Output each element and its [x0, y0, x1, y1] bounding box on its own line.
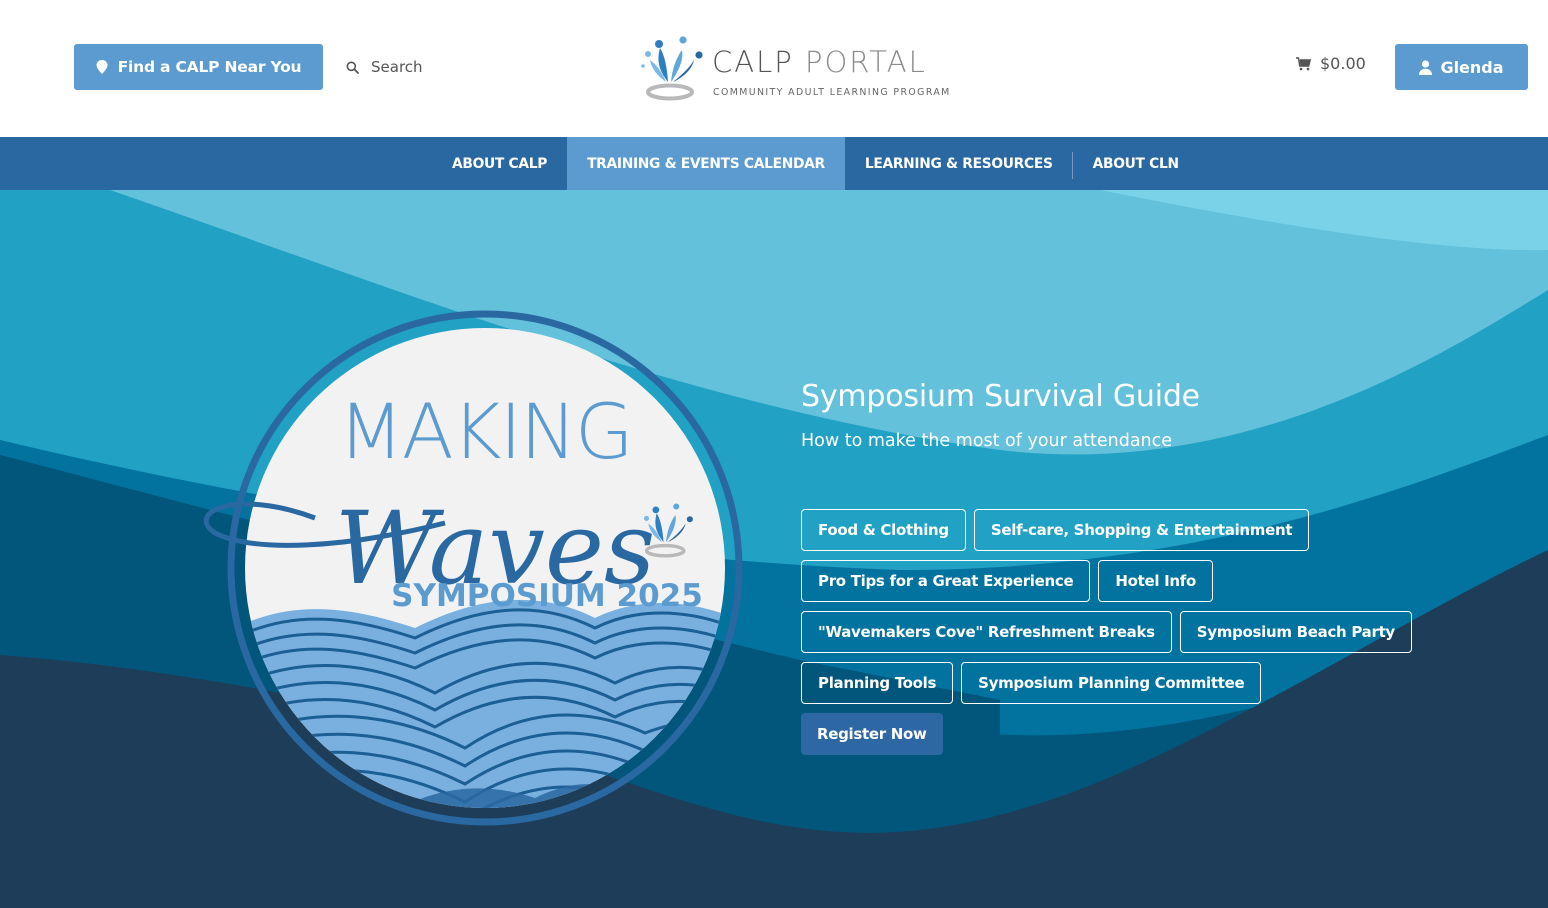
selfcare-shopping-entertainment-button[interactable]: Self-care, Shopping & Entertainment [973, 509, 1310, 551]
badge-making-text: MAKING [338, 387, 632, 476]
register-now-button[interactable]: Register Now [801, 713, 943, 755]
main-nav: ABOUT CALP TRAINING & EVENTS CALENDAR LE… [0, 137, 1548, 190]
hero-banner: MAKING Waves SYMPOSIUM 2025 Symposium Su… [0, 190, 1548, 908]
guide-links: Food & Clothing Self-care, Shopping & En… [801, 509, 1441, 755]
planning-committee-button[interactable]: Symposium Planning Committee [961, 662, 1262, 704]
cart-amount: $0.00 [1320, 54, 1366, 73]
calp-portal-logo[interactable]: CALP PORTAL COMMUNITY ADULT LEARNING PRO… [638, 32, 968, 104]
search-link[interactable]: Search [346, 54, 423, 80]
logo-subtitle: COMMUNITY ADULT LEARNING PROGRAM [713, 87, 951, 98]
site-header: Find a CALP Near You Search CALP PORTAL … [0, 0, 1548, 137]
planning-tools-button[interactable]: Planning Tools [801, 662, 954, 704]
hotel-info-button[interactable]: Hotel Info [1098, 560, 1214, 602]
logo-title: CALP PORTAL [712, 48, 927, 77]
nav-item-about-cln[interactable]: ABOUT CLN [1073, 137, 1199, 190]
user-name: Glenda [1440, 57, 1504, 77]
making-waves-badge: MAKING Waves SYMPOSIUM 2025 [203, 310, 743, 826]
map-pin-icon [96, 60, 108, 74]
user-icon [1419, 59, 1433, 75]
guide-links-row: Food & Clothing Self-care, Shopping & En… [801, 509, 1441, 551]
pro-tips-button[interactable]: Pro Tips for a Great Experience [801, 560, 1091, 602]
guide-links-row: Pro Tips for a Great Experience Hotel In… [801, 560, 1441, 602]
nav-item-label: ABOUT CALP [452, 155, 548, 172]
cart-link[interactable]: $0.00 [1296, 54, 1366, 73]
beach-party-button[interactable]: Symposium Beach Party [1179, 611, 1412, 653]
cart-icon [1296, 56, 1311, 70]
logo-title-portal: PORTAL [804, 45, 927, 79]
logo-title-calp: CALP [712, 45, 794, 79]
nav-item-label: ABOUT CLN [1092, 155, 1179, 172]
user-account-button[interactable]: Glenda [1395, 44, 1528, 90]
hero-title: Symposium Survival Guide [801, 379, 1200, 414]
badge-symposium-text: SYMPOSIUM 2025 [391, 578, 703, 614]
nav-item-about-calp[interactable]: ABOUT CALP [432, 137, 567, 190]
badge-wave-pattern [245, 599, 725, 808]
find-calp-button[interactable]: Find a CALP Near You [74, 44, 323, 90]
nav-item-training-events-calendar[interactable]: TRAINING & EVENTS CALENDAR [567, 137, 845, 190]
fountain-people-icon [641, 36, 703, 101]
hero-subtitle: How to make the most of your attendance [801, 431, 1173, 451]
nav-item-label: LEARNING & RESOURCES [864, 155, 1053, 172]
find-calp-label: Find a CALP Near You [117, 58, 302, 76]
nav-item-label: TRAINING & EVENTS CALENDAR [587, 155, 825, 172]
food-clothing-button[interactable]: Food & Clothing [801, 509, 966, 551]
refreshment-breaks-button[interactable]: "Wavemakers Cove" Refreshment Breaks [801, 611, 1172, 653]
guide-links-row: "Wavemakers Cove" Refreshment Breaks Sym… [801, 611, 1441, 653]
guide-links-row: Planning Tools Symposium Planning Commit… [801, 662, 1441, 704]
search-label: Search [371, 58, 423, 76]
search-icon [346, 61, 359, 74]
nav-item-learning-resources[interactable]: LEARNING & RESOURCES [845, 137, 1073, 190]
